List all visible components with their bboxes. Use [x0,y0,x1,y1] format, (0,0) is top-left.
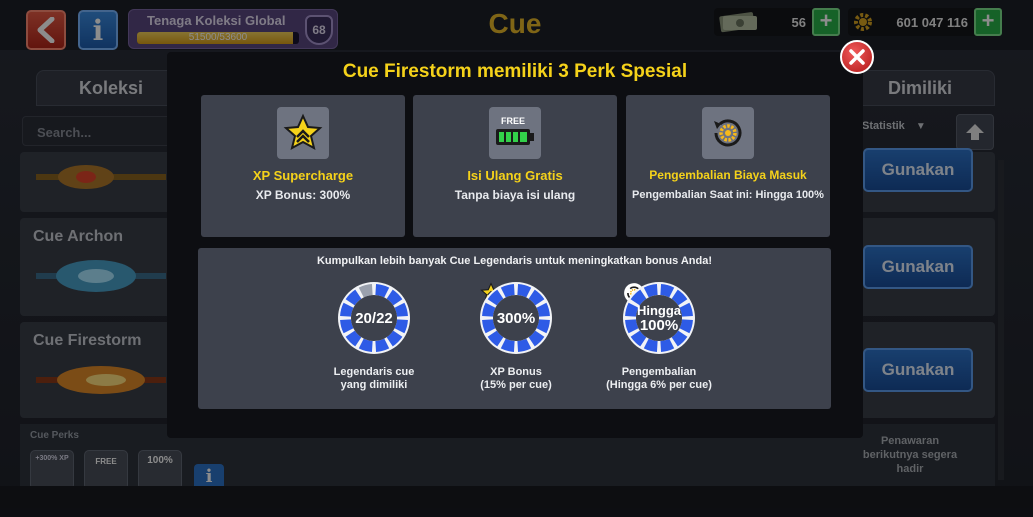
stat-value: 300% [480,282,552,354]
perk-desc: Tanpa biaya isi ulang [454,188,576,202]
stat-label: Legendaris cue yang dimiliki [294,366,454,392]
stat-label-line: (15% per cue) [480,379,552,391]
stat-label-line: (Hingga 6% per cue) [606,379,712,391]
perk-name: XP Supercharge [252,168,354,183]
stat-label-line: Legendaris cue [333,366,415,378]
perk-name: Pengembalian Biaya Masuk [649,168,807,182]
perk-card-entry-refund: Pengembalian Biaya Masuk Pengembalian Sa… [626,95,830,237]
stat-label-line: yang dimiliki [340,379,408,391]
stat-label-line: Pengembalian [621,366,697,378]
stat-value-text: 100% [639,317,679,334]
close-button[interactable] [840,40,874,74]
stat-label: Pengembalian (Hingga 6% per cue) [579,366,739,392]
stat-label: XP Bonus (15% per cue) [436,366,596,392]
perk-card-xp-supercharge: XP Supercharge XP Bonus: 300% [201,95,405,237]
perk-desc: XP Bonus: 300% [255,188,351,202]
stat-value-prefix: Hingga [636,303,682,318]
perk-desc: Pengembalian Saat ini: Hingga 100% [632,189,824,201]
close-icon [849,49,865,65]
perk-modal: Cue Firestorm memiliki 3 Perk Spesial XP… [167,52,863,438]
modal-title: Cue Firestorm memiliki 3 Perk Spesial [342,61,688,82]
game-screen: i Tenaga Koleksi Global 51500/53600 68 C… [0,0,1033,517]
stat-value: Hingga 100% [623,282,695,354]
stat-legendary-owned: 20/22 Legendaris cue yang dimiliki [294,282,454,402]
bonus-heading: Kumpulkan lebih banyak Cue Legendaris un… [316,255,713,267]
perk-icon-box [277,107,329,159]
perk-icon-box: FREE [489,107,541,159]
stat-value-text: 20/22 [355,309,393,327]
stat-refund: Hingga 100% Pengembalian (Hingga 6% per cu… [579,282,739,402]
battery-icon: FREE [496,116,534,145]
star-icon [283,113,323,150]
perk-name: Isi Ulang Gratis [467,168,563,183]
battery-free-text: FREE [501,116,525,126]
stat-value-text: 300% [496,309,536,327]
refund-gear-icon [714,119,742,147]
stat-xp-bonus: 300% XP Bonus (15% per cue) [436,282,596,402]
stat-value: 20/22 [338,282,410,354]
perk-card-free-refill: FREE Isi Ulang Gratis Tanpa biaya isi ul… [413,95,617,237]
perk-icon-box [702,107,754,159]
stat-label-line: XP Bonus [490,366,542,378]
legendary-bonus-panel: Kumpulkan lebih banyak Cue Legendaris un… [198,248,831,409]
